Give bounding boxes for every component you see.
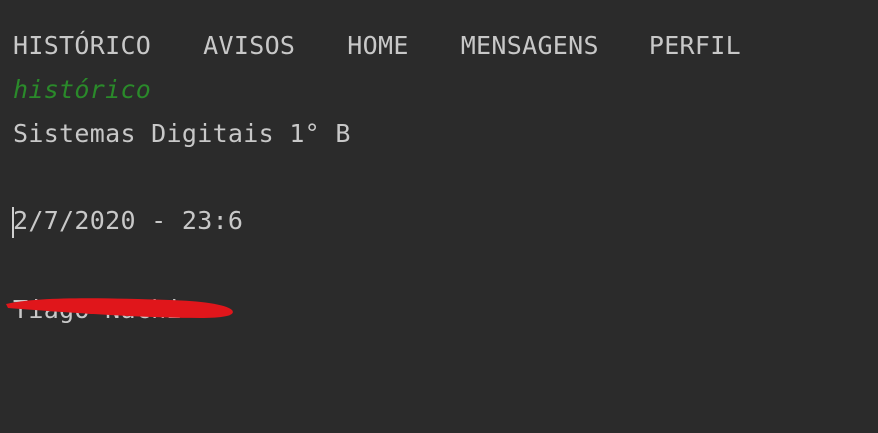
nav-item-historico[interactable]: HISTÓRICO bbox=[13, 31, 151, 61]
entry-subject: Sistemas Digitais 1° B bbox=[13, 119, 351, 148]
redaction-scribble bbox=[6, 298, 233, 318]
section-title: histórico bbox=[13, 75, 152, 104]
top-nav: HISTÓRICO AVISOS HOME MENSAGENS PERFIL bbox=[13, 31, 741, 61]
nav-item-mensagens[interactable]: MENSAGENS bbox=[461, 31, 599, 61]
text-cursor bbox=[12, 207, 14, 238]
nav-item-home[interactable]: HOME bbox=[347, 31, 408, 61]
nav-item-perfil[interactable]: PERFIL bbox=[649, 31, 741, 61]
entry-datetime: 2/7/2020 - 23:6 bbox=[13, 206, 244, 235]
nav-item-avisos[interactable]: AVISOS bbox=[203, 31, 295, 61]
